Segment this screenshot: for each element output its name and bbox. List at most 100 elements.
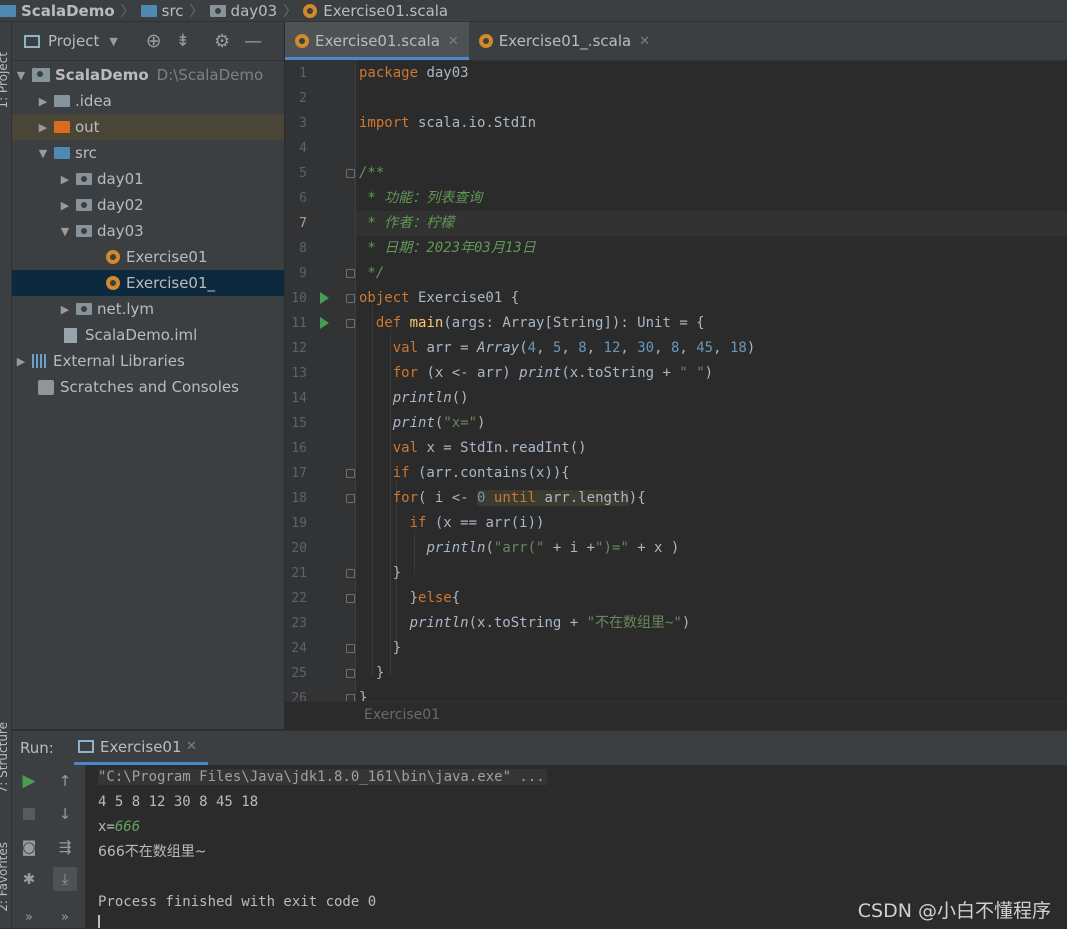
code-line[interactable]: object Exercise01 { (359, 286, 1067, 311)
tree-item-label: Exercise01_ (126, 274, 216, 292)
code-line[interactable] (359, 86, 1067, 111)
code-line[interactable]: } (359, 686, 1067, 701)
rerun-icon[interactable]: ▶ (17, 769, 41, 793)
expand-arrow-icon[interactable]: ▼ (36, 147, 50, 160)
fold-marker-icon[interactable] (346, 594, 355, 603)
tree-item-scalademo[interactable]: ▼ ScalaDemo D:\ScalaDemo (12, 62, 284, 88)
console-caret (98, 915, 100, 928)
code-line[interactable] (359, 136, 1067, 161)
editor-breadcrumb[interactable]: Exercise01 (364, 707, 440, 723)
code-line[interactable]: println("arr(" + i +")=" + x ) (359, 536, 1067, 561)
arrow-up-icon[interactable]: ↑ (53, 769, 77, 793)
camera-icon[interactable]: ◙ (17, 835, 41, 859)
code-line[interactable]: * 作者：柠檬 (359, 211, 1067, 236)
code-line[interactable]: * 日期：2023年03月13日 (359, 236, 1067, 261)
close-icon[interactable]: ✕ (186, 739, 197, 754)
tree-item-src[interactable]: ▼ src (12, 140, 284, 166)
code-line[interactable]: }else{ (359, 586, 1067, 611)
more-icon[interactable]: » (17, 905, 41, 929)
code-line[interactable]: /** (359, 161, 1067, 186)
fold-marker-icon[interactable] (346, 294, 355, 303)
chevron-right-icon[interactable]: ▶ (14, 355, 28, 368)
tree-item-net-lym[interactable]: ▶ net.lym (12, 296, 284, 322)
code-line[interactable]: for (x <- arr) print(x.toString + " ") (359, 361, 1067, 386)
code-line[interactable]: println() (359, 386, 1067, 411)
breadcrumb-src[interactable]: src 〉 (140, 1, 210, 21)
run-tab-exercise01[interactable]: Exercise01 ✕ (74, 731, 208, 765)
code-line[interactable]: import scala.io.StdIn (359, 111, 1067, 136)
tree-item-external-libraries[interactable]: ▶ External Libraries (12, 348, 284, 374)
code-line[interactable]: if (x == arr(i)) (359, 511, 1067, 536)
fold-marker-icon[interactable] (346, 569, 355, 578)
code-line[interactable]: * 功能：列表查询 (359, 186, 1067, 211)
gear-icon[interactable]: ⚙ (214, 31, 230, 52)
expand-arrow-icon[interactable]: ▼ (14, 69, 28, 82)
code-line[interactable]: } (359, 561, 1067, 586)
tree-item-exercise01-underscore[interactable]: Exercise01_ (12, 270, 284, 296)
tree-item-label: ScalaDemo (55, 66, 149, 84)
close-icon[interactable]: ✕ (639, 34, 650, 49)
run-gutter-icon[interactable] (320, 292, 329, 304)
code-line[interactable]: println(x.toString + "不在数组里~") (359, 611, 1067, 636)
line-number: 21 (291, 566, 307, 581)
tree-item-iml[interactable]: ScalaDemo.iml (12, 322, 284, 348)
fold-marker-icon[interactable] (346, 669, 355, 678)
breadcrumb-package[interactable]: day03 〉 (209, 1, 304, 21)
chevron-right-icon[interactable]: ▶ (36, 95, 50, 108)
more-icon[interactable]: » (53, 905, 77, 929)
tree-item-idea[interactable]: ▶ .idea (12, 88, 284, 114)
tree-item-label: src (75, 144, 97, 162)
code-line[interactable]: */ (359, 261, 1067, 286)
structure-tool-window-button[interactable]: 7: Structure (0, 722, 10, 793)
folder-icon (54, 95, 70, 107)
fold-marker-icon[interactable] (346, 494, 355, 503)
left-tool-stripe: 1: Project 7: Structure 2: Favorites (0, 22, 12, 928)
locate-file-icon[interactable]: ⊕ (146, 30, 162, 52)
code-line[interactable]: def main(args: Array[String]): Unit = { (359, 311, 1067, 336)
settings-icon[interactable]: ✱ (17, 867, 41, 891)
fold-marker-icon[interactable] (346, 169, 355, 178)
code-line[interactable]: val arr = Array(4, 5, 8, 12, 30, 8, 45, … (359, 336, 1067, 361)
code-line[interactable]: } (359, 636, 1067, 661)
tree-item-day03[interactable]: ▼ day03 (12, 218, 284, 244)
tree-item-day02[interactable]: ▶ day02 (12, 192, 284, 218)
stop-icon[interactable] (17, 802, 41, 826)
run-gutter-icon[interactable] (320, 317, 329, 329)
fold-marker-icon[interactable] (346, 644, 355, 653)
code-editor[interactable]: package day03 import scala.io.StdIn /** * … (356, 61, 1067, 701)
fold-marker-icon[interactable] (346, 319, 355, 328)
chevron-right-icon[interactable]: ▶ (58, 199, 72, 212)
code-line[interactable]: print("x=") (359, 411, 1067, 436)
project-tool-window-button[interactable]: 1: Project (0, 52, 10, 109)
code-line[interactable]: val x = StdIn.readInt() (359, 436, 1067, 461)
fold-marker-icon[interactable] (346, 269, 355, 278)
tab-exercise01-underscore-scala[interactable]: Exercise01_.scala ✕ (469, 22, 660, 60)
chevron-right-icon[interactable]: ▶ (36, 121, 50, 134)
tree-item-scratches[interactable]: Scratches and Consoles (12, 374, 284, 400)
arrow-down-icon[interactable]: ↓ (53, 802, 77, 826)
project-view-selector[interactable]: Project (48, 32, 99, 50)
line-number: 3 (299, 116, 307, 131)
code-line[interactable]: for( i <- 0 until arr.length){ (359, 486, 1067, 511)
chevron-down-icon[interactable]: ▼ (109, 35, 117, 48)
tree-item-exercise01[interactable]: Exercise01 (12, 244, 284, 270)
favorites-tool-window-button[interactable]: 2: Favorites (0, 842, 10, 912)
breadcrumb-project[interactable]: ScalaDemo 〉 (0, 1, 141, 21)
collapse-all-icon[interactable]: ⇟ (176, 31, 190, 51)
chevron-right-icon[interactable]: ▶ (58, 303, 72, 316)
code-line[interactable]: if (arr.contains(x)){ (359, 461, 1067, 486)
tree-item-out[interactable]: ▶ out (12, 114, 284, 140)
expand-arrow-icon[interactable]: ▼ (58, 225, 72, 238)
soft-wrap-icon[interactable]: ⇶ (53, 835, 77, 859)
fold-marker-icon[interactable] (346, 469, 355, 478)
code-line[interactable]: } (359, 661, 1067, 686)
scroll-to-end-icon[interactable]: ⤓ (53, 867, 77, 891)
minimize-icon[interactable]: — (244, 31, 262, 52)
close-icon[interactable]: ✕ (448, 34, 459, 49)
run-tab-label: Exercise01 (100, 738, 182, 756)
breadcrumb-file[interactable]: Exercise01.scala (303, 2, 448, 20)
code-line[interactable]: package day03 (359, 61, 1067, 86)
tree-item-day01[interactable]: ▶ day01 (12, 166, 284, 192)
chevron-right-icon[interactable]: ▶ (58, 173, 72, 186)
tab-exercise01-scala[interactable]: Exercise01.scala ✕ (285, 22, 469, 60)
